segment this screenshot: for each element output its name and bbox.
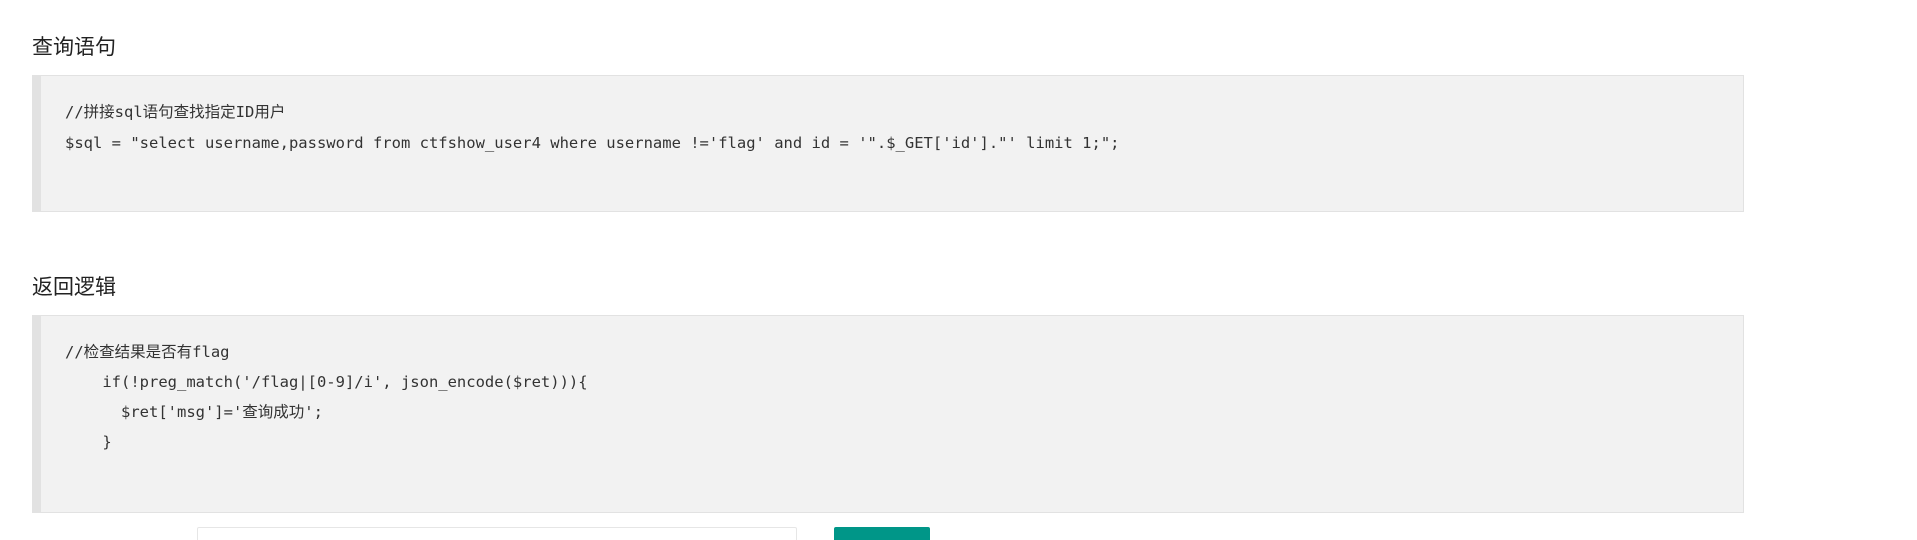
code-sql-line: $sql = "select username,password from ct… [65,134,1120,152]
code-if-line: if(!preg_match('/flag|[0-9]/i', json_enc… [65,373,588,391]
return-logic-code-block: //检查结果是否有flag if(!preg_match('/flag|[0-9… [32,315,1744,513]
query-statement-title: 查询语句 [32,35,116,59]
return-logic-title: 返回逻辑 [32,275,116,299]
code-comment-line: //拼接sql语句查找指定ID用户 [65,103,286,121]
query-button[interactable] [834,527,930,540]
id-input[interactable] [197,527,797,540]
page: 查询语句 //拼接sql语句查找指定ID用户 $sql = "select us… [0,0,1917,540]
code-comment-line: //检查结果是否有flag [65,343,230,361]
code-close-brace-line: } [65,433,112,451]
query-code-block: //拼接sql语句查找指定ID用户 $sql = "select usernam… [32,75,1744,212]
code-assign-line: $ret['msg']='查询成功'; [65,403,323,421]
